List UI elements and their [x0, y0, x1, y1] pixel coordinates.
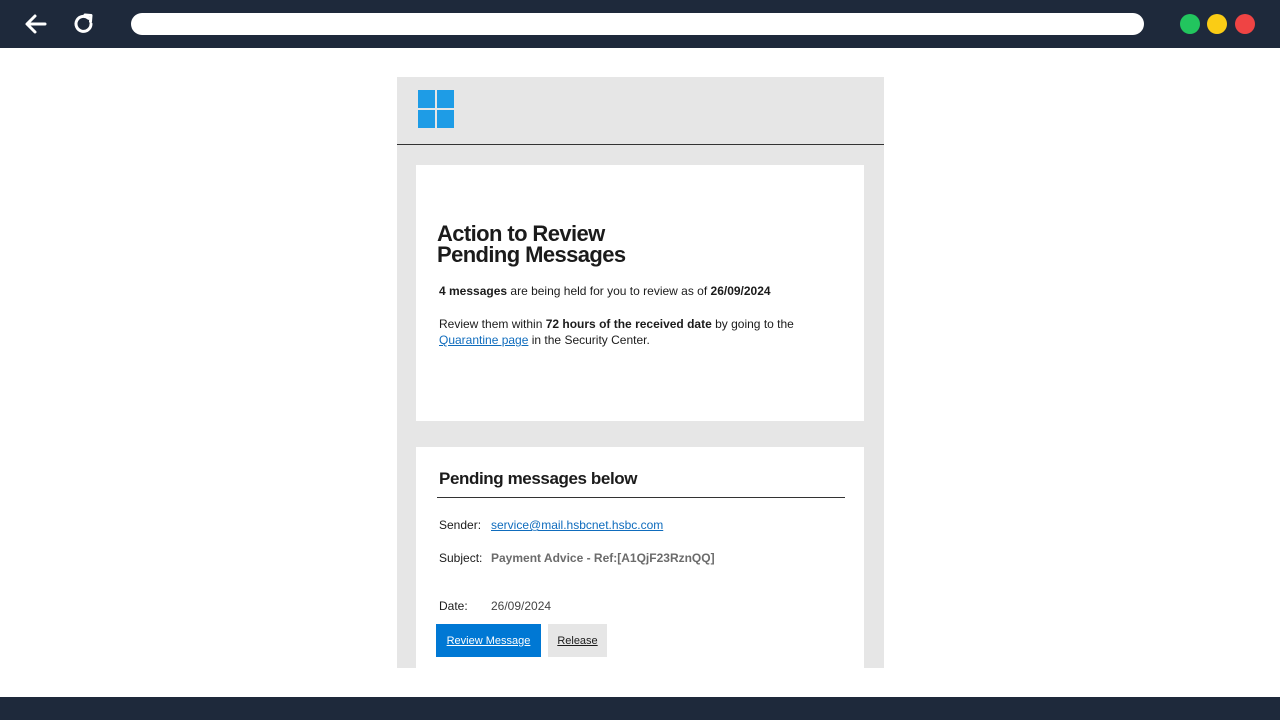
email-header: [397, 77, 884, 145]
review-deadline-text: Review them within 72 hours of the recei…: [439, 317, 794, 331]
reload-icon: [74, 13, 93, 33]
red-window-dot[interactable]: [1235, 14, 1255, 34]
page-title: Action to Review Pending Messages: [437, 221, 626, 267]
sender-link[interactable]: service@mail.hsbcnet.hsbc.com: [491, 518, 663, 532]
reload-button[interactable]: [70, 10, 98, 38]
back-button[interactable]: [22, 10, 50, 38]
subject-value: Payment Advice - Ref:[A1QjF23RznQQ]: [491, 551, 715, 565]
held-messages-text: 4 messages are being held for you to rev…: [439, 284, 771, 298]
bottom-bar: [0, 697, 1280, 720]
pending-messages-card: Pending messages below Sender: service@m…: [416, 447, 864, 668]
email-body: Action to Review Pending Messages 4 mess…: [397, 77, 884, 668]
yellow-window-dot[interactable]: [1207, 14, 1227, 34]
subject-label: Subject:: [439, 551, 483, 565]
review-card: Action to Review Pending Messages 4 mess…: [416, 165, 864, 421]
date-label: Date:: [439, 599, 468, 613]
quarantine-text: Quarantine page in the Security Center.: [439, 333, 650, 347]
green-window-dot[interactable]: [1180, 14, 1200, 34]
arrow-left-icon: [25, 14, 47, 34]
browser-toolbar: [0, 0, 1280, 48]
windows-logo-icon: [418, 90, 454, 128]
quarantine-page-link[interactable]: Quarantine page: [439, 333, 528, 347]
divider: [437, 497, 845, 498]
date-value: 26/09/2024: [491, 599, 552, 613]
review-message-button[interactable]: Review Message: [436, 624, 541, 657]
address-bar[interactable]: [131, 13, 1144, 35]
sender-label: Sender:: [439, 518, 482, 532]
pending-messages-title: Pending messages below: [439, 469, 638, 488]
release-button[interactable]: Release: [548, 624, 607, 657]
